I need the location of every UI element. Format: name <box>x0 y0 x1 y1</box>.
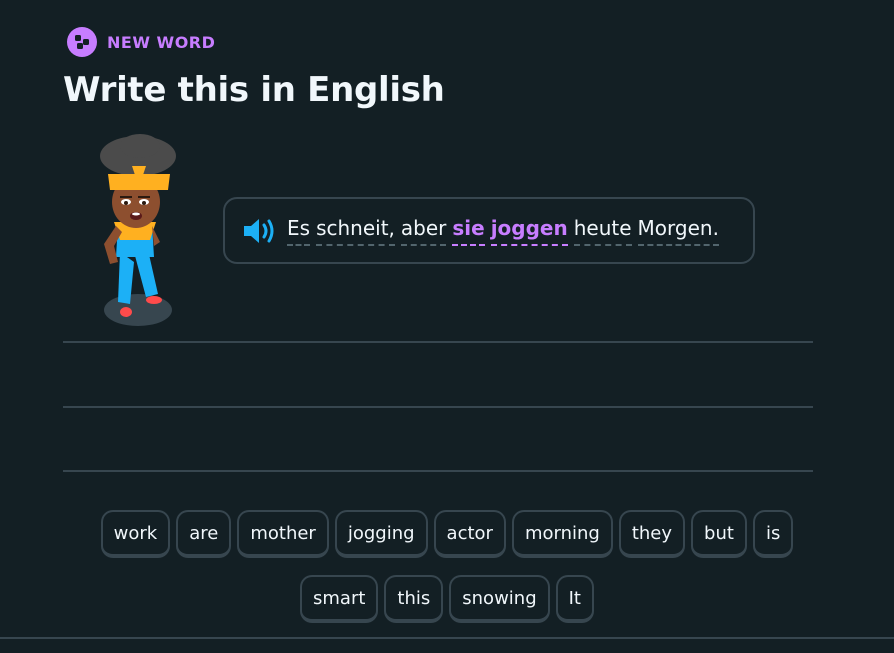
character-illustration <box>90 132 190 332</box>
answer-line <box>63 341 813 343</box>
new-word-badge: NEW WORD <box>67 27 215 57</box>
prompt-word[interactable]: Es <box>287 216 311 246</box>
word-chip[interactable]: actor <box>433 510 506 558</box>
word-chip[interactable]: morning <box>511 510 613 558</box>
badge-label: NEW WORD <box>107 32 216 52</box>
word-chip[interactable]: mother <box>237 510 329 558</box>
word-bank-row-1: work are mother jogging actor morning th… <box>0 510 894 558</box>
word-chip[interactable]: work <box>100 510 171 558</box>
answer-line <box>63 470 813 472</box>
word-chip[interactable]: It <box>555 575 594 623</box>
speaker-icon[interactable] <box>241 215 279 247</box>
prompt-word-new[interactable]: joggen <box>490 216 568 246</box>
prompt-word[interactable]: schneit, <box>316 216 395 246</box>
answer-line <box>63 406 813 408</box>
prompt-word[interactable]: heute <box>573 216 632 246</box>
prompt-word[interactable]: Morgen. <box>637 216 719 246</box>
word-chip[interactable]: jogging <box>334 510 428 558</box>
page-title: Write this in English <box>63 70 445 110</box>
exercise-page: NEW WORD Write this in English Es schnei… <box>0 0 894 653</box>
prompt-bubble: Es schneit, aber sie joggen heute Morgen… <box>223 197 755 264</box>
prompt-word-new[interactable]: sie <box>452 216 485 246</box>
word-chip[interactable]: snowing <box>449 575 550 623</box>
word-bank-row-2: smart this snowing It <box>0 575 894 623</box>
word-chip[interactable]: this <box>384 575 444 623</box>
word-chip[interactable]: they <box>618 510 686 558</box>
puzzle-icon <box>67 27 97 57</box>
prompt-word[interactable]: aber <box>400 216 447 246</box>
footer-divider <box>0 637 894 639</box>
prompt-sentence: Es schneit, aber sie joggen heute Morgen… <box>287 216 719 246</box>
word-chip[interactable]: are <box>176 510 232 558</box>
word-chip[interactable]: smart <box>300 575 379 623</box>
word-chip[interactable]: but <box>691 510 747 558</box>
word-chip[interactable]: is <box>752 510 794 558</box>
